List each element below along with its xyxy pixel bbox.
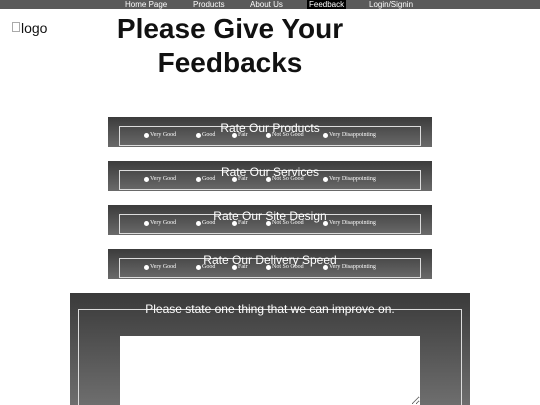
rating-panel-site-design: Rate Our Site Design Very Good Good Fair… xyxy=(108,205,432,235)
logo-alt-text: logo xyxy=(21,20,48,36)
radio-icon xyxy=(232,132,237,138)
radio-icon xyxy=(144,132,149,138)
nav-link-login[interactable]: Login/Signin xyxy=(369,0,413,9)
rating-fieldset: Rate Our Services Very Good Good Fair No… xyxy=(119,165,421,190)
radio-fair[interactable]: Fair xyxy=(232,176,248,182)
radio-not-so-good[interactable]: Not So Good xyxy=(266,220,304,226)
radio-icon xyxy=(323,220,328,226)
rating-fieldset: Rate Our Products Very Good Good Fair No… xyxy=(119,121,421,146)
radio-icon xyxy=(232,264,237,270)
broken-image-icon xyxy=(12,22,20,32)
radio-icon xyxy=(323,132,328,138)
radio-icon xyxy=(266,264,271,270)
radio-very-disappointing[interactable]: Very Disappointing xyxy=(323,220,376,226)
radio-icon xyxy=(144,220,149,226)
nav-link-home[interactable]: Home Page xyxy=(125,0,167,9)
radio-icon xyxy=(323,264,328,270)
radio-icon xyxy=(232,176,237,182)
radio-not-so-good[interactable]: Not So Good xyxy=(266,132,304,138)
radio-icon xyxy=(196,264,201,270)
radio-very-disappointing[interactable]: Very Disappointing xyxy=(323,132,376,138)
radio-icon xyxy=(266,220,271,226)
radio-icon xyxy=(144,176,149,182)
page-title: Please Give Your Feedbacks xyxy=(116,13,344,78)
radio-fair[interactable]: Fair xyxy=(232,264,248,270)
rating-panel-services: Rate Our Services Very Good Good Fair No… xyxy=(108,161,432,191)
improve-panel: Please state one thing that we can impro… xyxy=(70,293,470,405)
improve-prompt: Please state one thing that we can impro… xyxy=(145,302,395,316)
radio-very-disappointing[interactable]: Very Disappointing xyxy=(323,264,376,270)
nav-link-products[interactable]: Products xyxy=(193,0,225,9)
radio-very-good[interactable]: Very Good xyxy=(144,176,176,182)
radio-very-good[interactable]: Very Good xyxy=(144,220,176,226)
radio-icon xyxy=(196,132,201,138)
rating-panel-products: Rate Our Products Very Good Good Fair No… xyxy=(108,117,432,147)
nav-link-about[interactable]: About Us xyxy=(250,0,283,9)
radio-fair[interactable]: Fair xyxy=(232,220,248,226)
radio-icon xyxy=(196,220,201,226)
radio-icon xyxy=(323,176,328,182)
rating-panel-delivery-speed: Rate Our Delivery Speed Very Good Good F… xyxy=(108,249,432,279)
radio-good[interactable]: Good xyxy=(196,220,215,226)
radio-good[interactable]: Good xyxy=(196,264,215,270)
radio-icon xyxy=(232,220,237,226)
radio-good[interactable]: Good xyxy=(196,176,215,182)
radio-very-good[interactable]: Very Good xyxy=(144,264,176,270)
radio-good[interactable]: Good xyxy=(196,132,215,138)
radio-icon xyxy=(144,264,149,270)
radio-fair[interactable]: Fair xyxy=(232,132,248,138)
radio-icon xyxy=(266,176,271,182)
radio-not-so-good[interactable]: Not So Good xyxy=(266,176,304,182)
rating-fieldset: Rate Our Site Design Very Good Good Fair… xyxy=(119,209,421,234)
radio-very-disappointing[interactable]: Very Disappointing xyxy=(323,176,376,182)
top-nav: Home Page Products About Us Feedback Log… xyxy=(0,0,540,9)
radio-very-good[interactable]: Very Good xyxy=(144,132,176,138)
nav-link-feedback[interactable]: Feedback xyxy=(307,0,347,9)
radio-icon xyxy=(196,176,201,182)
radio-not-so-good[interactable]: Not So Good xyxy=(266,264,304,270)
radio-icon xyxy=(266,132,271,138)
logo-image: logo xyxy=(12,20,47,36)
improve-textarea[interactable] xyxy=(120,336,420,405)
rating-fieldset: Rate Our Delivery Speed Very Good Good F… xyxy=(119,253,421,278)
